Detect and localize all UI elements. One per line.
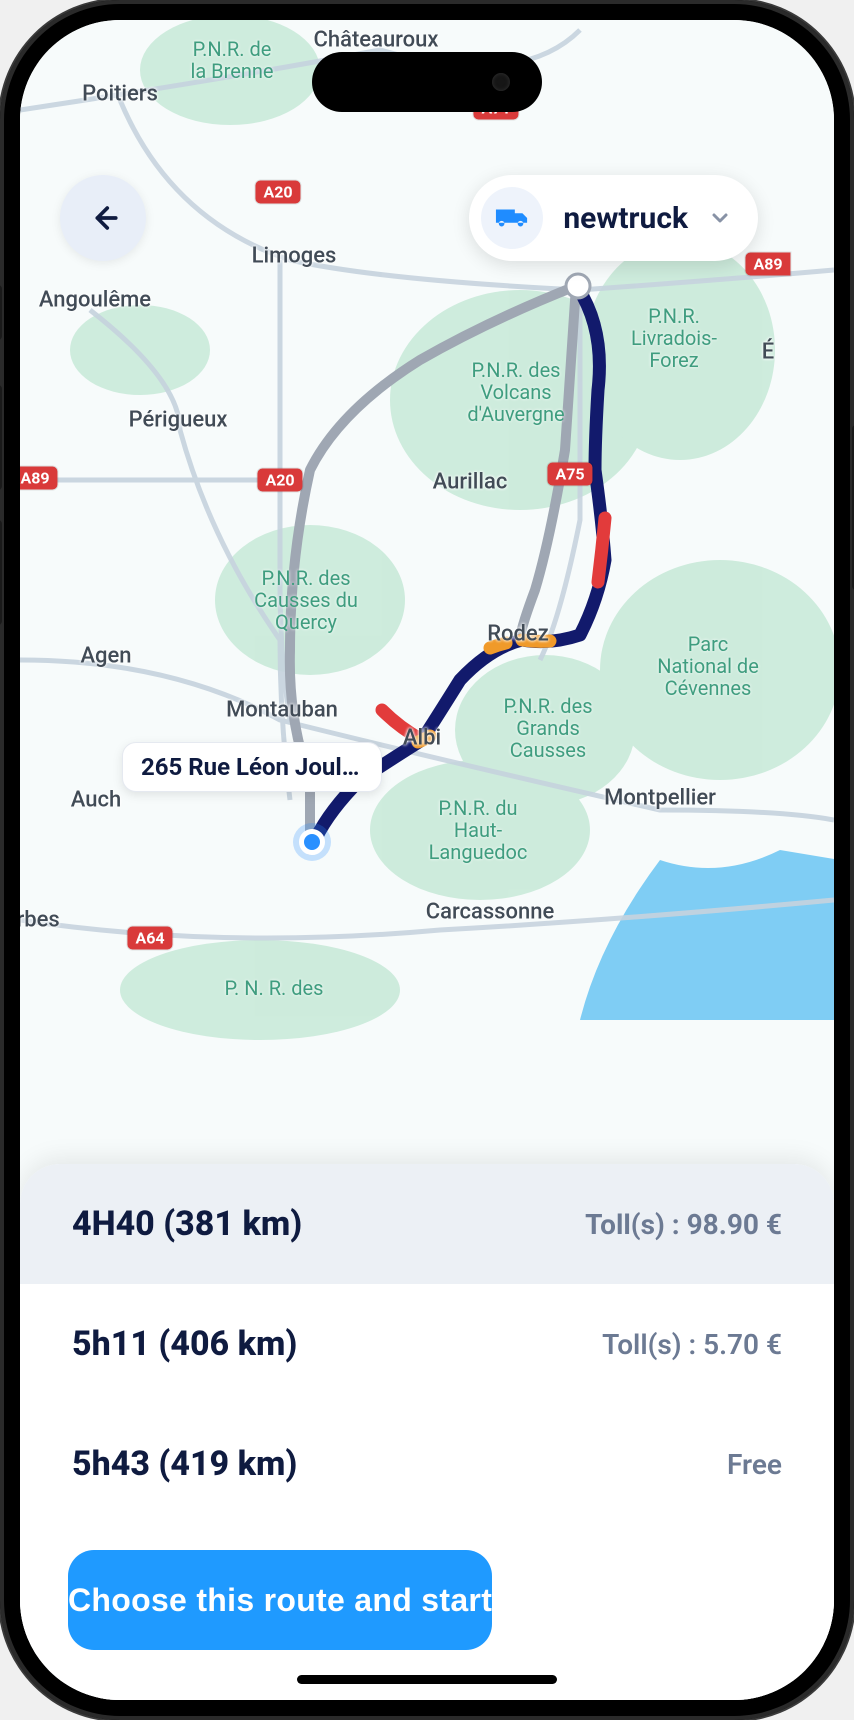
current-location-dot (299, 829, 325, 855)
route-option[interactable]: 5h43 (419 km) Free (20, 1404, 834, 1524)
map-park-label: P.N.R. Livradois- Forez (631, 305, 717, 371)
vehicle-name: newtruck (563, 201, 688, 236)
home-indicator[interactable] (297, 1675, 557, 1684)
map-city-label: Périgueux (129, 408, 228, 433)
map-city-label: Angoulême (39, 288, 151, 313)
start-route-button[interactable]: Choose this route and start (68, 1550, 492, 1650)
dynamic-island (312, 52, 542, 112)
route-toll: Free (727, 1448, 782, 1481)
map-park-label: P.N.R. des Causses du Quercy (254, 567, 358, 633)
map-park-label: P. N. R. des (225, 977, 324, 999)
map-city-label: Agen (80, 644, 131, 669)
map-city-label: Montauban (226, 698, 338, 723)
screen: Châteauroux Poitiers Limoges Angoulême Périg… (20, 20, 834, 1700)
vehicle-selector[interactable]: newtruck (469, 175, 758, 261)
road-badge: A20 (257, 469, 302, 492)
map-city-label: É (762, 340, 774, 365)
route-summary: 5h11 (406 km) (72, 1324, 297, 1364)
map-city-label: Poitiers (82, 82, 158, 107)
side-button (0, 285, 2, 340)
route-toll: Toll(s) : 5.70 € (602, 1328, 782, 1361)
map-city-label: Châteauroux (314, 28, 439, 53)
route-toll: Toll(s) : 98.90 € (585, 1208, 782, 1241)
destination-label[interactable]: 265 Rue Léon Joulin… (122, 742, 382, 792)
road-badge: A64 (127, 927, 172, 950)
map-park-label: P.N.R. de la Brenne (190, 38, 273, 82)
phone-frame: Châteauroux Poitiers Limoges Angoulême Périg… (0, 0, 854, 1720)
map-park-label: P.N.R. des Volcans d'Auvergne (467, 359, 564, 425)
route-summary: 4H40 (381 km) (72, 1204, 302, 1244)
back-button[interactable] (60, 175, 146, 261)
route-option[interactable]: 4H40 (381 km) Toll(s) : 98.90 € (20, 1164, 834, 1284)
route-summary: 5h43 (419 km) (72, 1444, 297, 1484)
map-city-label: Auch (71, 788, 121, 813)
map-city-label: Albi (403, 726, 441, 751)
map-city-label: ·rbes (20, 908, 60, 933)
route-options-sheet: 4H40 (381 km) Toll(s) : 98.90 € 5h11 (40… (20, 1164, 834, 1700)
road-badge: A89 (745, 253, 790, 276)
side-button (0, 520, 2, 625)
map-park-label: Parc National de Cévennes (657, 633, 759, 699)
road-badge: A75 (547, 463, 592, 486)
map-city-label: Aurillac (433, 470, 508, 495)
road-badge: A20 (255, 181, 300, 204)
arrow-left-icon (86, 201, 120, 235)
truck-icon (481, 187, 543, 249)
map-park-label: P.N.R. du Haut- Languedoc (429, 797, 528, 863)
road-badge: A89 (20, 467, 58, 490)
side-button (0, 385, 2, 490)
map-city-label: Limoges (252, 244, 337, 269)
map-city-label: Rodez (487, 622, 549, 647)
map-park-label: P.N.R. des Grands Causses (503, 695, 592, 761)
map-city-label: Carcassonne (426, 900, 555, 925)
chevron-down-icon (708, 206, 732, 230)
route-option[interactable]: 5h11 (406 km) Toll(s) : 5.70 € (20, 1284, 834, 1404)
map-city-label: Montpellier (604, 786, 716, 811)
